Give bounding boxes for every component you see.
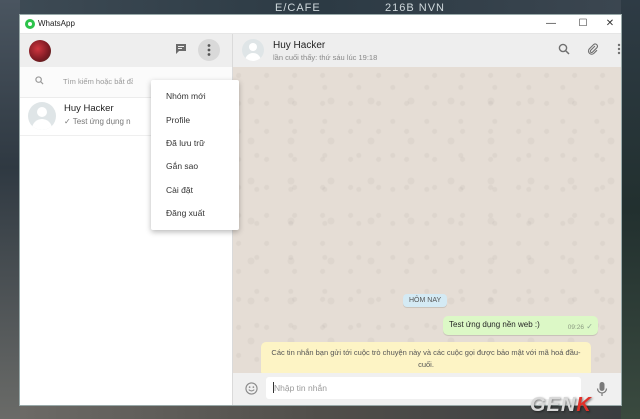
- message-input-placeholder: Nhập tin nhắn: [274, 383, 327, 393]
- maximize-button[interactable]: ☐: [573, 16, 593, 32]
- attach-icon[interactable]: [585, 43, 601, 59]
- background-sign-text: 216B NVN: [385, 2, 445, 14]
- options-menu: Nhóm mới Profile Đã lưu trữ Gắn sao Cài …: [151, 80, 239, 230]
- genk-watermark: GENK: [530, 394, 592, 416]
- conversation-header[interactable]: Huy Hacker lần cuối thấy: thứ sáu lúc 19…: [233, 34, 621, 68]
- left-header: [20, 34, 232, 67]
- encryption-notice[interactable]: Các tin nhắn bạn gửi tới cuộc trò chuyện…: [261, 342, 591, 377]
- minimize-button[interactable]: —: [541, 16, 561, 32]
- conversation-pane: Huy Hacker lần cuối thấy: thứ sáu lúc 19…: [233, 34, 621, 405]
- encryption-notice-text: Các tin nhắn bạn gửi tới cuộc trò chuyện…: [271, 348, 581, 369]
- background-sign-text: E/CAFE: [275, 2, 321, 14]
- more-vertical-icon[interactable]: [611, 43, 621, 59]
- chat-name: Huy Hacker: [64, 103, 114, 114]
- desktop-background-top: E/CAFE 216B NVN: [20, 0, 621, 15]
- menu-item-archived[interactable]: Đã lưu trữ: [166, 138, 205, 148]
- message-time: 09:26: [567, 324, 584, 331]
- search-icon[interactable]: [556, 43, 572, 59]
- avatar[interactable]: [242, 39, 264, 61]
- chat-icon[interactable]: [173, 43, 189, 59]
- menu-item-starred[interactable]: Gắn sao: [166, 161, 198, 171]
- whatsapp-logo-icon: [25, 19, 35, 29]
- chat-preview: ✓ Test ứng dụng n: [64, 117, 131, 126]
- date-badge: HÔM NAY: [403, 294, 448, 307]
- menu-item-new-group[interactable]: Nhóm mới: [166, 91, 206, 101]
- my-avatar[interactable]: [29, 40, 51, 62]
- contact-last-seen: lần cuối thấy: thứ sáu lúc 19:18: [273, 53, 378, 62]
- avatar: [28, 102, 56, 130]
- desktop-background-left: [0, 0, 20, 419]
- desktop-background-right: [621, 0, 640, 419]
- message-area[interactable]: HÔM NAY Test ứng dụng nền web :) 09:26 ✓…: [233, 67, 621, 377]
- microphone-icon[interactable]: [596, 381, 608, 397]
- menu-button[interactable]: [198, 39, 220, 61]
- search-icon: [35, 76, 44, 85]
- close-button[interactable]: ✕: [600, 16, 620, 32]
- outgoing-message[interactable]: Test ứng dụng nền web :) 09:26 ✓: [443, 316, 598, 335]
- more-vertical-icon: [207, 44, 211, 56]
- contact-name: Huy Hacker: [273, 40, 326, 51]
- title-bar: WhatsApp — ☐ ✕: [20, 15, 621, 34]
- menu-item-profile[interactable]: Profile: [166, 115, 190, 125]
- sent-check-icon: ✓: [586, 322, 593, 331]
- message-text: Test ứng dụng nền web :): [449, 320, 540, 329]
- window-title: WhatsApp: [38, 19, 75, 28]
- emoji-icon[interactable]: [245, 382, 258, 395]
- menu-item-settings[interactable]: Cài đặt: [166, 185, 193, 195]
- search-input[interactable]: Tìm kiếm hoặc bắt đầu cuộc trò chuyện mớ…: [63, 77, 133, 86]
- whatsapp-window: WhatsApp — ☐ ✕ Tìm kiếm hoặc bắt đầu cuộ…: [20, 15, 621, 405]
- menu-item-logout[interactable]: Đăng xuất: [166, 208, 205, 218]
